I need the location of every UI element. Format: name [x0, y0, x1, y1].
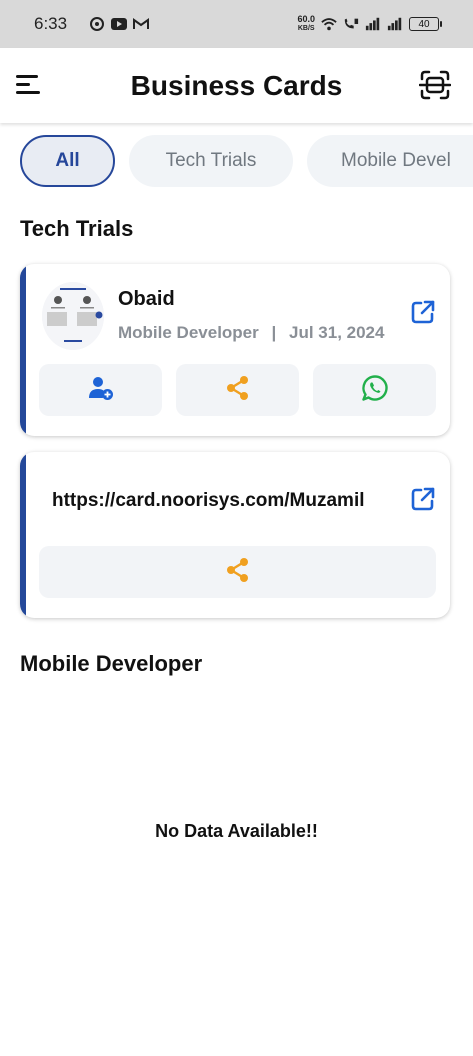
card-actions [39, 364, 436, 416]
separator: | [271, 323, 277, 342]
battery-icon: 40 [409, 17, 442, 31]
signal-icon [387, 17, 403, 31]
empty-state-message: No Data Available!! [155, 821, 318, 841]
menu-icon[interactable] [14, 72, 42, 98]
contact-details: Mobile Developer | Jul 31, 2024 [118, 323, 384, 343]
page-title: Business Cards [130, 69, 343, 101]
card-url: https://card.noorisys.com/Muzamil [52, 490, 365, 511]
chip-mobile-developer[interactable]: Mobile Devel [307, 135, 473, 187]
contact-name: Obaid [118, 288, 175, 310]
share-button[interactable] [176, 364, 299, 416]
chip-tech-trials[interactable]: Tech Trials [129, 135, 293, 187]
status-time: 6:33 [34, 14, 68, 33]
whatsapp-button[interactable] [313, 364, 436, 416]
scan-card-icon[interactable] [418, 70, 452, 100]
signal-icon [365, 17, 381, 31]
status-bar: 6:33 60.0 KB/S 40 [0, 0, 473, 48]
section-title-mobile-developer: Mobile Developer [20, 651, 203, 676]
card-thumbnail [42, 282, 104, 350]
youtube-icon [111, 17, 128, 31]
add-contact-button[interactable] [39, 364, 162, 416]
contact-date: Jul 31, 2024 [289, 323, 385, 342]
business-card[interactable]: Obaid Mobile Developer | Jul 31, 2024 [20, 264, 450, 436]
record-icon [89, 17, 105, 31]
business-card[interactable]: https://card.noorisys.com/Muzamil [20, 452, 450, 618]
share-icon [225, 375, 251, 406]
network-speed: 60.0 KB/S [297, 14, 315, 33]
card-actions [39, 546, 436, 598]
whatsapp-icon [361, 374, 389, 407]
chip-all[interactable]: All [20, 135, 115, 187]
app-bar: Business Cards [0, 48, 473, 123]
add-contact-icon [88, 375, 114, 406]
wifi-icon [321, 17, 337, 31]
share-button[interactable] [39, 546, 436, 598]
external-link-icon[interactable] [410, 486, 436, 512]
contact-role: Mobile Developer [118, 323, 259, 342]
gmail-icon [133, 17, 150, 31]
share-icon [225, 557, 251, 588]
section-title-tech-trials: Tech Trials [20, 216, 134, 241]
volte-call-icon [343, 17, 359, 31]
external-link-icon[interactable] [410, 299, 436, 325]
filter-chips: All Tech Trials Mobile Devel [20, 135, 473, 189]
